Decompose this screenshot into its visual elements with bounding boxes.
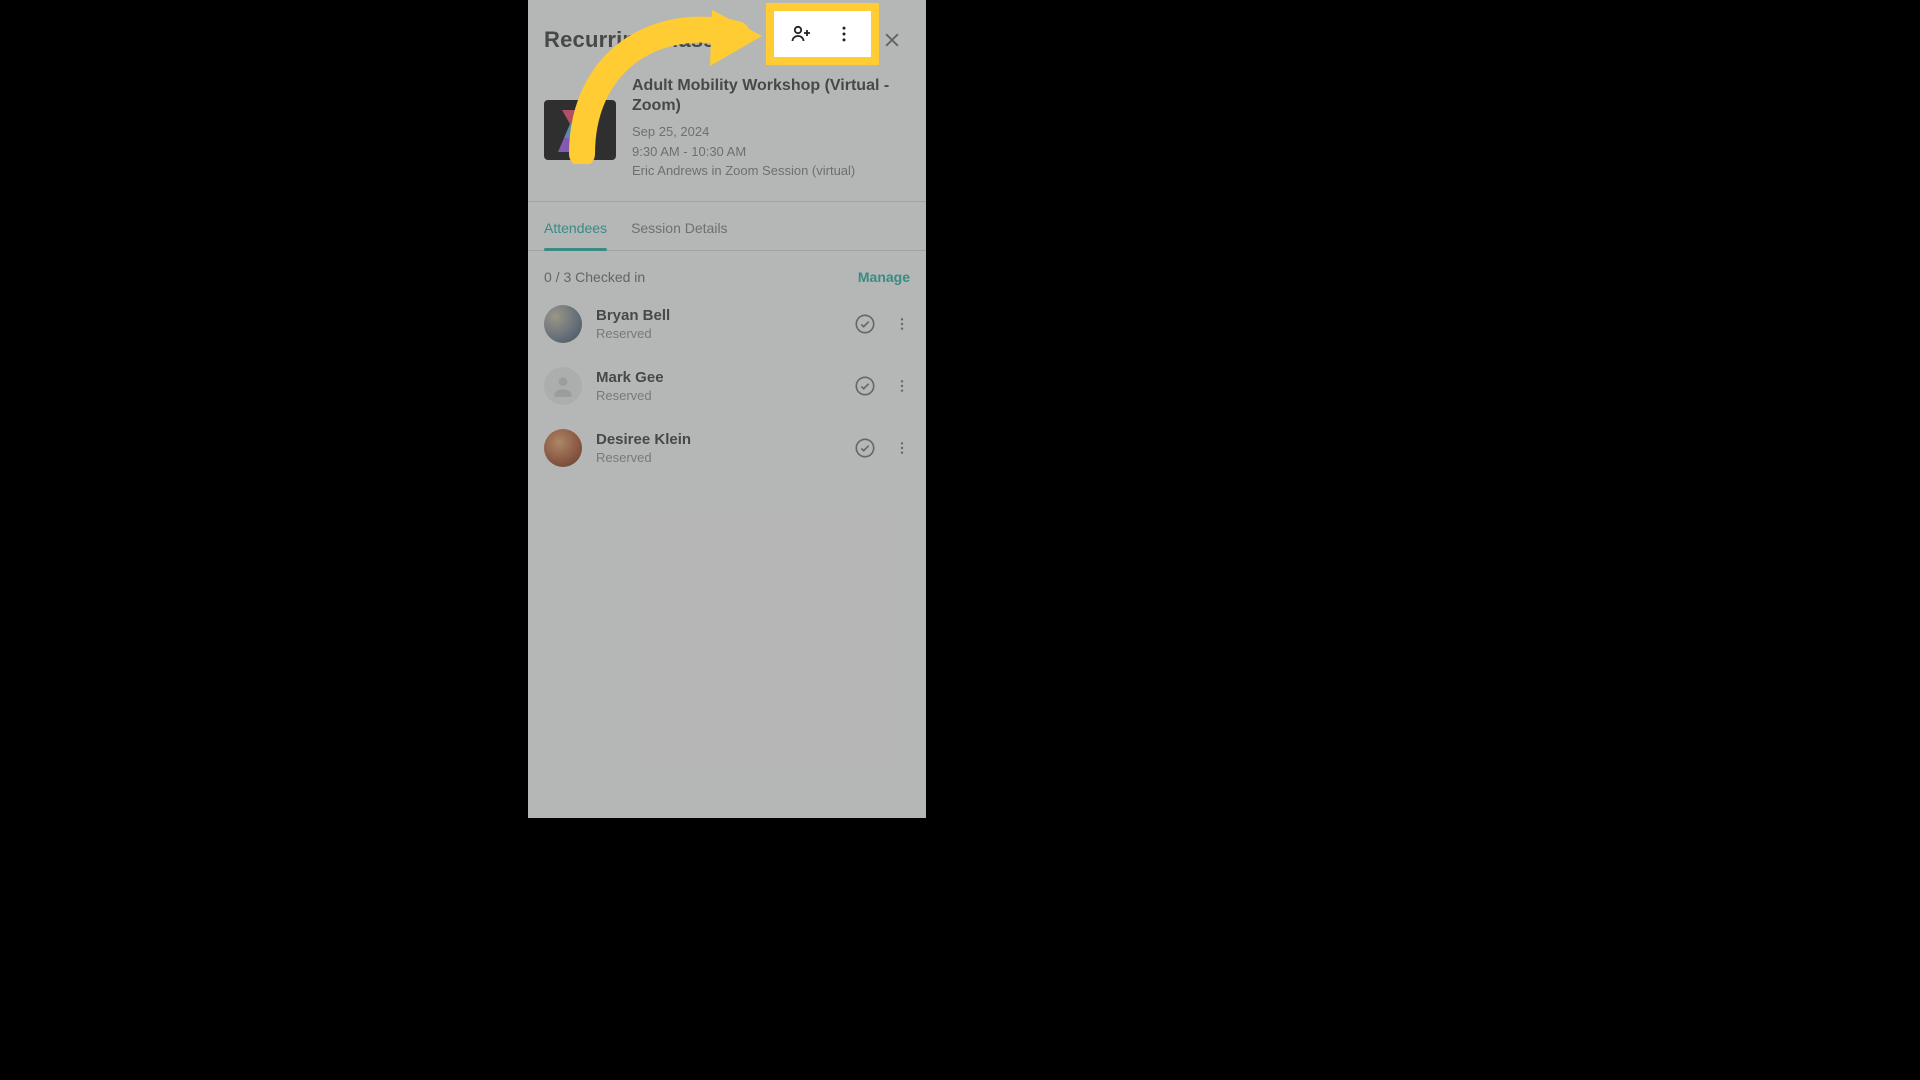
more-vertical-icon	[894, 314, 910, 334]
attendee-name: Bryan Bell	[596, 307, 840, 324]
attendee-name: Desiree Klein	[596, 431, 840, 448]
more-vertical-icon	[834, 24, 854, 44]
attendee-row: Mark Gee Reserved	[536, 355, 918, 417]
checkin-button[interactable]	[854, 375, 876, 397]
close-button[interactable]	[874, 22, 910, 58]
attendee-more-button[interactable]	[894, 376, 910, 396]
person-add-icon	[789, 22, 813, 46]
attendee-status: Reserved	[596, 388, 840, 403]
attendee-row: Bryan Bell Reserved	[536, 293, 918, 355]
tab-bar: Attendees Session Details	[528, 202, 926, 251]
attendee-more-button[interactable]	[894, 314, 910, 334]
tab-session-details[interactable]: Session Details	[631, 202, 728, 250]
avatar	[544, 367, 582, 405]
class-title: Adult Mobility Workshop (Virtual - Zoom)	[632, 76, 910, 116]
more-vertical-icon	[894, 438, 910, 458]
check-circle-icon	[854, 437, 876, 459]
check-circle-icon	[854, 313, 876, 335]
more-options-button-highlighted[interactable]	[826, 16, 862, 52]
panel-title: Recurring Class	[544, 27, 716, 53]
avatar	[544, 429, 582, 467]
avatar	[544, 305, 582, 343]
class-thumbnail	[544, 100, 616, 160]
attendee-list: Bryan Bell Reserved	[528, 293, 926, 479]
manage-link[interactable]: Manage	[858, 269, 910, 285]
check-circle-icon	[854, 375, 876, 397]
checkin-button[interactable]	[854, 437, 876, 459]
checkin-button[interactable]	[854, 313, 876, 335]
checkin-summary: 0 / 3 Checked in Manage	[528, 251, 926, 293]
person-icon	[550, 373, 576, 399]
attendee-row: Desiree Klein Reserved	[536, 417, 918, 479]
class-location: Eric Andrews in Zoom Session (virtual)	[632, 161, 910, 181]
tutorial-highlight	[766, 3, 879, 65]
checkin-count: 0 / 3 Checked in	[544, 269, 645, 285]
attendee-status: Reserved	[596, 450, 840, 465]
add-attendee-button-highlighted[interactable]	[783, 16, 819, 52]
class-detail-panel: Recurring Class	[528, 0, 926, 818]
class-date: Sep 25, 2024	[632, 122, 910, 142]
more-vertical-icon	[894, 376, 910, 396]
class-time: 9:30 AM - 10:30 AM	[632, 142, 910, 162]
close-icon	[882, 30, 902, 50]
attendee-name: Mark Gee	[596, 369, 840, 386]
attendee-status: Reserved	[596, 326, 840, 341]
class-summary-card: Adult Mobility Workshop (Virtual - Zoom)…	[528, 68, 926, 202]
attendee-more-button[interactable]	[894, 438, 910, 458]
tab-attendees[interactable]: Attendees	[544, 202, 607, 250]
